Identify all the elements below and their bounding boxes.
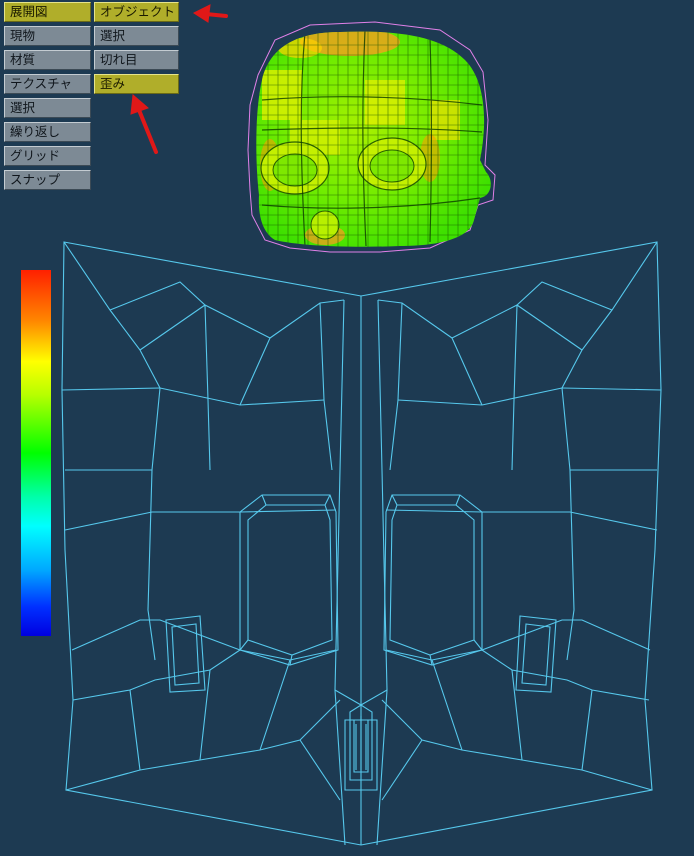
red-arrow-icon [192,4,228,23]
viewport-canvas[interactable] [0,0,694,856]
red-arrow-icon [130,93,158,154]
uv-wireframe [61,241,662,846]
head-model-preview [247,21,496,253]
